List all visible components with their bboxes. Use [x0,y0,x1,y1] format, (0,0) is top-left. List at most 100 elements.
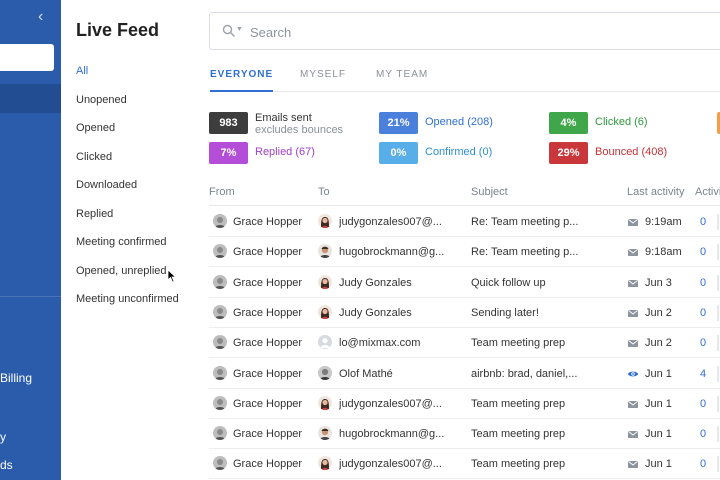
stat-badge: 29% [549,142,588,164]
activity-divider [717,335,719,352]
mail-icon [627,397,639,409]
table-row[interactable]: Grace Hopper hugobrockmann@g... Team meeti… [209,419,720,450]
sidebar-search-input[interactable] [0,44,54,71]
subject-cell: Team meeting prep [471,337,566,350]
table-row[interactable]: Grace Hopper Judy Gonzales Sending later! J… [209,298,720,328]
filter-item-meeting-unconfirmed[interactable]: Meeting unconfirmed [76,293,179,322]
filter-item-meeting-confirmed[interactable]: Meeting confirmed [76,236,179,265]
stat-badge: 983 [209,112,248,134]
column-header-activity[interactable]: Activi [695,186,720,198]
sidebar-item-active[interactable] [0,84,61,113]
subject-cell: Team meeting prep [471,428,566,441]
avatar [213,456,227,471]
filter-item-unopened[interactable]: Unopened [76,94,179,123]
avatar [318,304,332,319]
search-input[interactable] [250,21,550,43]
table-row[interactable]: Grace Hopper Olof Mathé airbnb: brad, dani… [209,359,720,389]
search-bar[interactable]: ▼ [209,12,720,50]
stat-label: Bounced (408) [595,146,668,158]
tab-bar: EVERYONE MYSELF MY TEAM [210,68,720,92]
activity-count[interactable]: 4 [700,368,706,380]
mail-icon [627,215,639,227]
to-cell: hugobrockmann@g... [339,246,445,259]
stat-sublabel: excludes bounces [255,124,344,136]
subject-cell: Re: Team meeting p... [471,216,579,228]
column-header-last-activity[interactable]: Last activity [627,186,684,198]
table-row[interactable]: Grace Hopper judygonzales007@... Team meet… [209,389,720,419]
activity-divider [717,456,719,473]
from-cell: Grace Hopper [233,246,303,259]
activity-divider [717,395,719,412]
table-row[interactable]: Grace Hopper hugobrockmann@g... Re: Team m… [209,237,720,268]
activity-count[interactable]: 0 [700,458,706,470]
activity-divider [717,304,719,321]
last-activity-cell: Jun 1 [645,397,672,410]
last-activity-cell: Jun 3 [645,276,672,289]
activity-count[interactable]: 0 [700,337,706,349]
activity-count[interactable]: 0 [700,428,706,440]
filter-item-opened[interactable]: Opened [76,122,179,151]
filter-item-all[interactable]: All [76,65,179,94]
column-header-to[interactable]: To [318,186,330,198]
last-activity-cell: Jun 2 [645,306,672,319]
to-cell: Judy Gonzales [339,306,412,319]
from-cell: Grace Hopper [233,216,303,228]
subject-cell: Team meeting prep [471,458,566,471]
to-cell: Judy Gonzales [339,276,412,289]
activity-count[interactable]: 0 [700,277,706,289]
table-row[interactable]: Grace Hopper lo@mixmax.com Team meeting pr… [209,328,720,359]
to-cell: Olof Mathé [339,367,393,380]
avatar [213,214,227,228]
last-activity-cell: Jun 2 [645,337,672,350]
stat-label: Emails sent [255,112,312,124]
avatar [318,456,332,471]
column-header-from[interactable]: From [209,186,235,198]
activity-count[interactable]: 0 [700,398,706,410]
from-cell: Grace Hopper [233,458,303,471]
mail-icon [627,336,639,348]
from-cell: Grace Hopper [233,428,303,441]
avatar [318,395,332,410]
tab-my-team[interactable]: MY TEAM [376,69,428,80]
chevron-left-icon[interactable]: ‹ [38,8,43,26]
subject-cell: Re: Team meeting p... [471,246,579,259]
tab-myself[interactable]: MYSELF [300,69,346,80]
table-row[interactable]: Grace Hopper Judy Gonzales Quick follow up… [209,268,720,298]
last-activity-cell: Jun 1 [645,458,672,471]
stat-badge: 7% [209,142,248,164]
avatar [318,365,332,380]
avatar [213,426,227,441]
stat-label: Opened (208) [425,116,493,128]
main-content: ▼ EVERYONE MYSELF MY TEAM 983 Emails sen… [193,0,720,480]
filter-item-replied[interactable]: Replied [76,208,179,237]
mail-icon [627,457,639,469]
column-header-subject[interactable]: Subject [471,186,508,198]
mail-icon [627,245,639,257]
sidebar-item-partial-2[interactable]: ds [0,458,13,472]
chevron-down-icon[interactable]: ▼ [236,26,243,33]
last-activity-cell: Jun 1 [645,367,672,380]
activity-count[interactable]: 0 [700,246,706,258]
sidebar-item-billing[interactable]: Billing [0,371,32,385]
tab-everyone[interactable]: EVERYONE [210,69,274,92]
avatar [318,214,332,228]
avatar [213,274,227,289]
from-cell: Grace Hopper [233,306,303,319]
last-activity-cell: Jun 1 [645,428,672,441]
mail-icon [627,306,639,318]
table-row[interactable]: Grace Hopper judygonzales007@... Re: Team … [209,207,720,237]
activity-count[interactable]: 0 [700,216,706,228]
stat-label: Confirmed (0) [425,146,493,158]
filter-item-clicked[interactable]: Clicked [76,151,179,180]
avatar [213,335,227,350]
from-cell: Grace Hopper [233,397,303,410]
avatar [318,335,332,350]
search-icon[interactable] [222,24,236,38]
table-row[interactable]: Grace Hopper judygonzales007@... Team meet… [209,449,720,480]
stat-label: Replied (67) [255,146,315,158]
filter-item-opened-unreplied[interactable]: Opened, unreplied [76,265,179,294]
filter-item-downloaded[interactable]: Downloaded [76,179,179,208]
activity-count[interactable]: 0 [700,307,706,319]
sidebar-item-partial[interactable]: y [0,430,6,444]
stat-badge: 21% [379,112,418,134]
